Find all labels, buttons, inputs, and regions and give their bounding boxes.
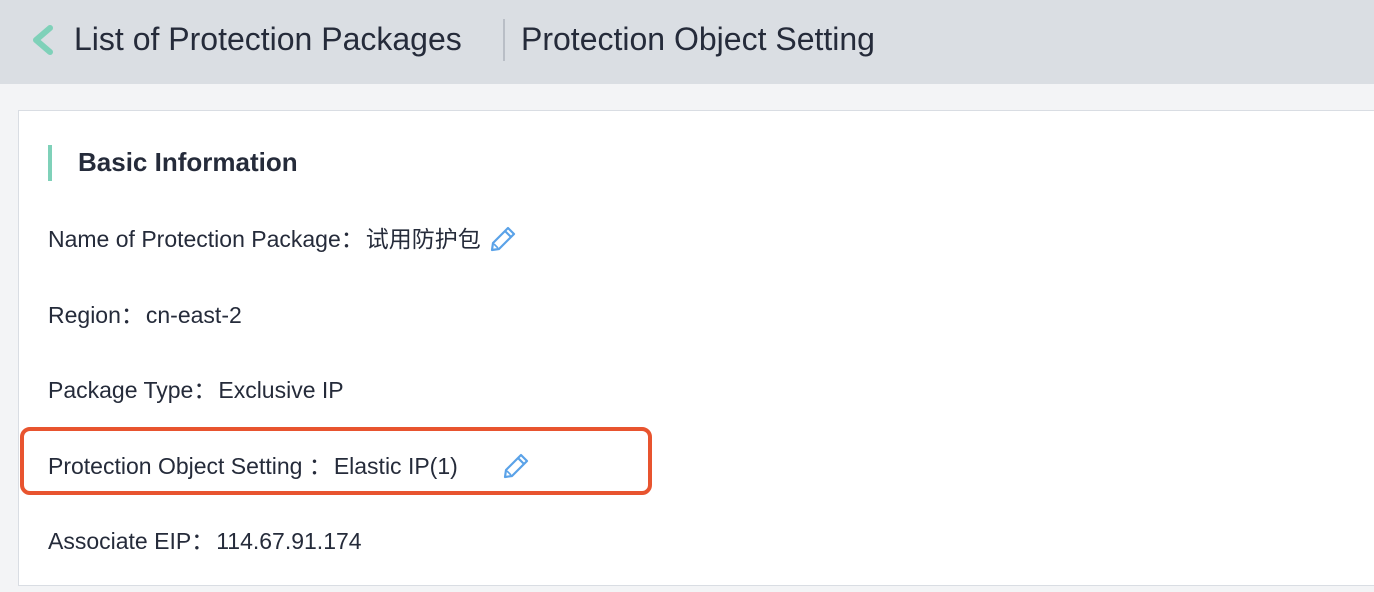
region-value: cn-east-2: [145, 302, 242, 328]
package-type-row: Package Type： Exclusive IP: [48, 375, 344, 405]
associate-eip-row: Associate EIP： 114.67.91.174: [48, 526, 362, 556]
breadcrumb-divider: [503, 19, 505, 61]
protection-object-value: Elastic IP(1): [333, 453, 458, 479]
chevron-left-icon: [33, 25, 53, 55]
edit-name-button[interactable]: [489, 225, 517, 253]
section-title: Basic Information: [78, 147, 298, 177]
package-type-label: Package Type：: [48, 377, 217, 403]
package-name-row: Name of Protection Package： 试用防护包: [48, 224, 517, 254]
protection-object-label: Protection Object Setting ：: [48, 453, 332, 479]
back-button[interactable]: [28, 24, 58, 56]
protection-object-row: Protection Object Setting ： Elastic IP(1…: [48, 451, 530, 481]
associate-eip-value: 114.67.91.174: [216, 528, 362, 554]
page-header: List of Protection Packages Protection O…: [0, 0, 1374, 84]
breadcrumb-protection-packages[interactable]: List of Protection Packages: [74, 18, 462, 60]
region-label: Region：: [48, 302, 144, 328]
region-row: Region： cn-east-2: [48, 300, 242, 330]
pencil-icon: [490, 226, 515, 252]
pencil-icon: [503, 453, 528, 479]
package-name-label: Name of Protection Package：: [48, 226, 364, 252]
package-name-value: 试用防护包: [365, 226, 481, 252]
page-title: Protection Object Setting: [521, 21, 875, 57]
edit-protection-object-button[interactable]: [502, 452, 530, 480]
package-type-value: Exclusive IP: [218, 377, 344, 403]
associate-eip-label: Associate EIP：: [48, 528, 215, 554]
section-accent-bar: [48, 145, 52, 181]
basic-information-panel: Basic Information Name of Protection Pac…: [18, 110, 1374, 586]
